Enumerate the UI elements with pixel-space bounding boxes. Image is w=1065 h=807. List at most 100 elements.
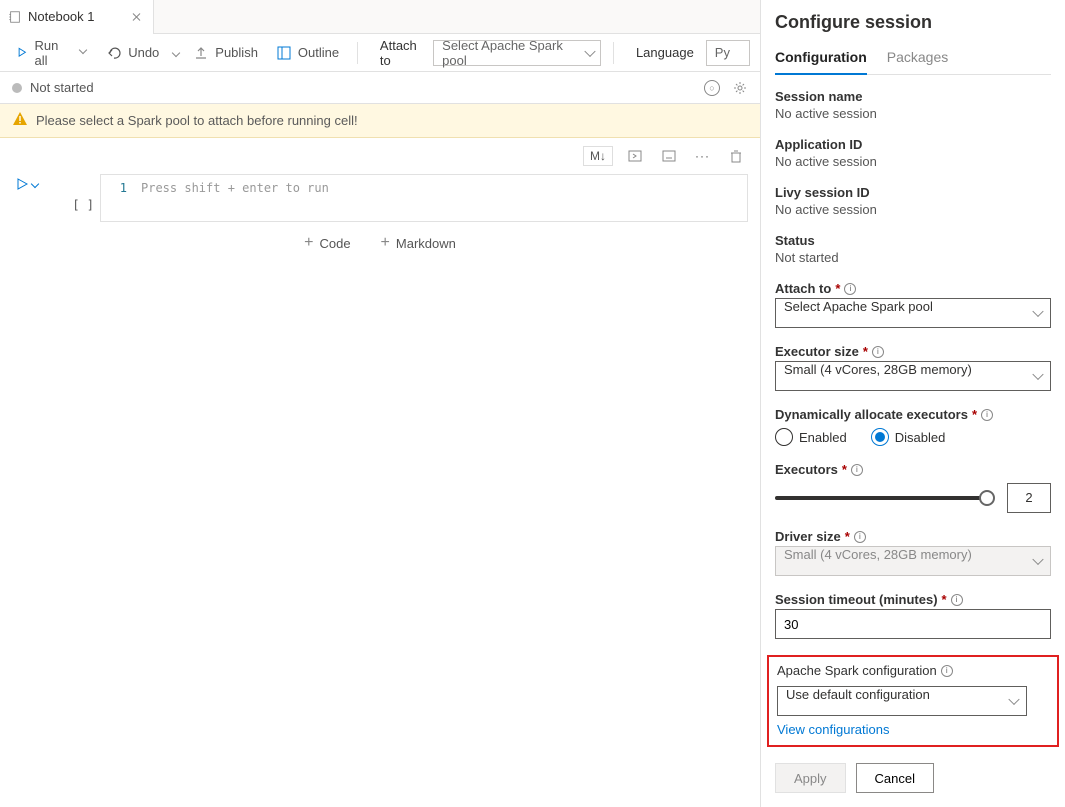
radio-enabled-label: Enabled (799, 430, 847, 445)
undo-dropdown[interactable] (171, 46, 181, 60)
notebook-area: [ ] 1 Press shift + enter to run + Code … (0, 168, 760, 264)
status-label: Status (775, 233, 1051, 248)
run-cell-dropdown[interactable] (31, 180, 39, 188)
info-icon[interactable]: i (851, 464, 863, 476)
info-icon[interactable]: i (854, 531, 866, 543)
radio-disabled-label: Disabled (895, 430, 946, 445)
run-all-label: Run all (35, 38, 67, 68)
tab-packages[interactable]: Packages (887, 45, 948, 74)
session-timeout-input[interactable] (775, 609, 1051, 639)
spark-config-highlight: Apache Spark configuration i Use default … (767, 655, 1059, 747)
slider-thumb[interactable] (979, 490, 995, 506)
livy-session-id-label: Livy session ID (775, 185, 1051, 200)
close-tab-icon[interactable] (131, 11, 143, 23)
undo-button[interactable]: Undo (100, 41, 165, 65)
cell-placeholder: Press shift + enter to run (141, 181, 329, 195)
run-all-dropdown[interactable] (78, 43, 94, 63)
code-cell[interactable]: 1 Press shift + enter to run (100, 174, 748, 222)
collapse-input-icon[interactable] (623, 146, 647, 166)
executors-value[interactable]: 2 (1007, 483, 1051, 513)
outline-icon (276, 45, 292, 61)
configure-session-panel: Configure session Configuration Packages… (760, 0, 1065, 807)
attach-to-label: Attach to (775, 281, 831, 296)
attach-to-select[interactable]: Select Apache Spark pool (433, 40, 601, 66)
cell-action-bar: M↓ ··· (0, 138, 760, 168)
add-code-cell-button[interactable]: + Code (304, 234, 350, 252)
attach-to-value: Select Apache Spark pool (442, 38, 578, 68)
notebook-icon (8, 10, 22, 24)
info-icon[interactable]: i (981, 409, 993, 421)
status-value: Not started (775, 250, 1051, 265)
executor-size-value: Small (4 vCores, 28GB memory) (784, 362, 972, 377)
spark-config-select[interactable]: Use default configuration (777, 686, 1027, 716)
chevron-down-icon (1032, 306, 1043, 317)
outline-button[interactable]: Outline (270, 41, 345, 65)
tab-configuration[interactable]: Configuration (775, 45, 867, 75)
delete-cell-icon[interactable] (724, 146, 748, 166)
attach-to-select[interactable]: Select Apache Spark pool (775, 298, 1051, 328)
run-all-button[interactable]: Run all (10, 34, 72, 72)
add-code-label: Code (319, 236, 350, 251)
tab-strip: Notebook 1 (0, 0, 760, 34)
application-id-value: No active session (775, 154, 1051, 169)
outline-label: Outline (298, 45, 339, 60)
panel-title: Configure session (775, 12, 1051, 33)
collapse-output-icon[interactable] (657, 146, 681, 166)
publish-button[interactable]: Publish (187, 41, 264, 65)
info-icon[interactable]: i (872, 346, 884, 358)
language-value: Py (715, 45, 730, 60)
run-cell-button[interactable] (16, 178, 28, 190)
undo-label: Undo (128, 45, 159, 60)
attach-to-value: Select Apache Spark pool (784, 299, 933, 314)
cell-prompt: [ ] (64, 174, 94, 212)
executor-size-label: Executor size (775, 344, 859, 359)
radio-disabled[interactable]: Disabled (871, 428, 946, 446)
session-name-value: No active session (775, 106, 1051, 121)
notebook-tab[interactable]: Notebook 1 (0, 0, 154, 34)
toolbar-divider (357, 42, 358, 64)
application-id-label: Application ID (775, 137, 1051, 152)
more-actions-icon[interactable]: ··· (691, 147, 714, 165)
warning-banner: Please select a Spark pool to attach bef… (0, 104, 760, 138)
driver-size-label: Driver size (775, 529, 841, 544)
info-icon[interactable]: i (941, 665, 953, 677)
session-name-label: Session name (775, 89, 1051, 104)
toolbar: Run all Undo Publish Outline Attach (0, 34, 760, 72)
dynamic-executors-label: Dynamically allocate executors (775, 407, 968, 422)
spark-config-value: Use default configuration (786, 687, 930, 702)
status-dot-icon (12, 83, 22, 93)
info-icon[interactable]: i (951, 594, 963, 606)
cancel-button[interactable]: Cancel (856, 763, 934, 793)
variables-icon[interactable]: ○ (704, 80, 720, 96)
executors-slider[interactable] (775, 496, 993, 500)
undo-icon (106, 45, 122, 61)
warning-icon (12, 111, 28, 130)
info-icon[interactable]: i (844, 283, 856, 295)
attach-to-label: Attach to (380, 38, 421, 68)
status-bar: Not started ○ (0, 72, 760, 104)
tab-title: Notebook 1 (28, 9, 95, 24)
driver-size-value: Small (4 vCores, 28GB memory) (784, 547, 972, 562)
status-text: Not started (30, 80, 94, 95)
add-markdown-label: Markdown (396, 236, 456, 251)
chevron-down-icon (1032, 554, 1043, 565)
add-markdown-cell-button[interactable]: + Markdown (381, 234, 456, 252)
executors-label: Executors (775, 462, 838, 477)
convert-markdown-button[interactable]: M↓ (583, 146, 613, 166)
publish-label: Publish (215, 45, 258, 60)
toolbar-divider (613, 42, 614, 64)
line-number: 1 (101, 175, 133, 221)
language-select[interactable]: Py (706, 40, 750, 66)
view-configurations-link[interactable]: View configurations (777, 722, 890, 737)
executor-size-select[interactable]: Small (4 vCores, 28GB memory) (775, 361, 1051, 391)
plus-icon: + (381, 234, 390, 252)
chevron-down-icon (1032, 369, 1043, 380)
language-label: Language (636, 45, 694, 60)
livy-session-id-value: No active session (775, 202, 1051, 217)
chevron-down-icon (1008, 694, 1019, 705)
apply-button[interactable]: Apply (775, 763, 846, 793)
session-timeout-label: Session timeout (minutes) (775, 592, 938, 607)
radio-enabled[interactable]: Enabled (775, 428, 847, 446)
settings-icon[interactable] (732, 80, 748, 96)
spark-config-label: Apache Spark configuration (777, 663, 937, 678)
